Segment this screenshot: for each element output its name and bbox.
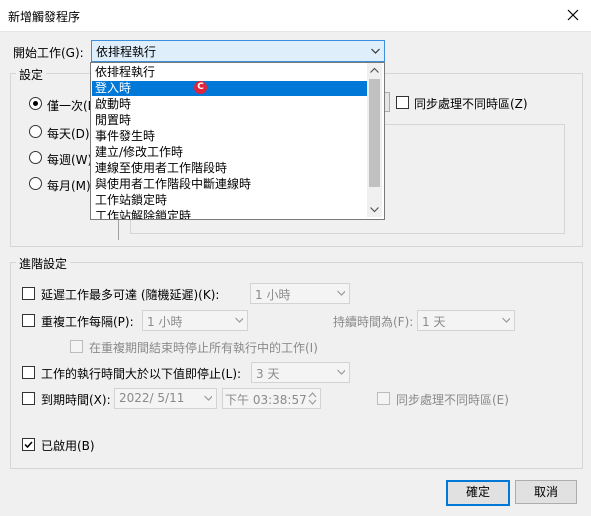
dropdown-option[interactable]: 建立/修改工作時 [92,145,370,160]
expire-date-value: 2022/ 5/11 [119,391,185,405]
delay-checkbox[interactable] [22,287,35,300]
dropdown-option[interactable]: 啟動時 [92,97,370,112]
start-task-label: 開始工作(G): [13,46,84,60]
advanced-group-label: 進階設定 [16,255,71,272]
dropdown-option[interactable]: 事件發生時 [92,129,370,144]
chevron-down-icon [337,290,345,296]
duration-combo[interactable]: 1 天 [417,310,515,331]
close-button[interactable] [560,2,586,28]
delay-value: 1 小時 [255,288,291,302]
expire-sync-checkbox[interactable] [377,392,390,405]
duration-value: 1 天 [422,315,446,329]
expire-time-picker[interactable]: 下午 03:38:57 [222,388,321,409]
radio-weekly[interactable] [29,151,42,164]
chevron-down-icon [337,369,345,375]
chevron-down-icon [204,395,212,401]
stop-if-longer-value: 3 天 [256,367,280,381]
dropdown-option[interactable]: 連線至使用者工作階段時 [92,161,370,176]
stop-if-longer-combo[interactable]: 3 天 [251,362,350,383]
radio-monthly-label: 每月(M) [47,179,91,193]
radio-weekly-label: 每週(W) [47,153,93,167]
sync-timezone-label: 同步處理不同時區(Z) [414,97,528,111]
chevron-down-icon [502,317,510,323]
ok-button[interactable]: 確定 [446,480,510,506]
stop-running-checkbox[interactable] [70,340,83,353]
expire-date-picker[interactable]: 2022/ 5/11 [114,388,217,409]
close-icon [567,9,579,21]
dropdown-option[interactable]: 工作站鎖定時 [92,193,370,208]
sync-timezone-checkbox[interactable] [396,96,409,109]
radio-daily[interactable] [29,125,42,138]
scrollbar-thumb[interactable] [369,79,380,187]
delay-label: 延遲工作最多可達 (隨機延遲)(K): [41,288,220,302]
expire-checkbox[interactable] [22,392,35,405]
start-task-value: 依排程執行 [96,45,157,59]
scroll-down-icon[interactable] [370,206,379,213]
enabled-label: 已啟用(B) [41,439,95,453]
expire-sync-label: 同步處理不同時區(E) [396,393,509,407]
cursor-marker: C [194,81,207,94]
stop-running-label: 在重複期間結束時停止所有執行中的工作(I) [89,341,318,355]
dropdown-option-selected[interactable]: 登入時 [92,81,370,96]
radio-once[interactable] [29,97,42,110]
dropdown-option[interactable]: 依排程執行 [92,65,370,80]
expire-time-value: 下午 03:38:57 [225,393,307,407]
spinner-icon [308,392,317,405]
radio-daily-label: 每天(D) [47,127,90,141]
title-bar [0,0,591,32]
settings-group-label: 設定 [16,66,47,83]
dropdown-option[interactable]: 工作站解除鎖定時 [92,209,370,219]
enabled-checkbox[interactable] [22,438,35,451]
chevron-down-icon [235,317,243,323]
stop-if-longer-label: 工作的執行時間大於以下值即停止(L): [41,367,242,381]
repeat-checkbox[interactable] [22,314,35,327]
checkmark-icon [24,441,33,449]
dropdown-option[interactable]: 閒置時 [92,113,370,128]
chevron-down-icon [371,48,380,54]
window-title: 新增觸發程序 [8,10,81,24]
expire-label: 到期時間(X): [41,393,111,407]
scroll-up-icon[interactable] [370,67,379,74]
start-task-dropdown: 依排程執行 登入時 啟動時 閒置時 事件發生時 建立/修改工作時 連線至使用者工… [90,62,385,220]
repeat-label: 重複工作每隔(P): [41,315,134,329]
duration-label: 持續時間為(F): [333,315,414,329]
repeat-combo[interactable]: 1 小時 [142,310,248,331]
stop-if-longer-checkbox[interactable] [22,366,35,379]
radio-monthly[interactable] [29,177,42,190]
delay-combo[interactable]: 1 小時 [250,283,350,304]
dropdown-option[interactable]: 與使用者工作階段中斷連線時 [92,177,370,192]
cancel-button[interactable]: 取消 [515,480,577,504]
repeat-value: 1 小時 [147,315,183,329]
start-task-combo[interactable]: 依排程執行 [91,40,385,62]
